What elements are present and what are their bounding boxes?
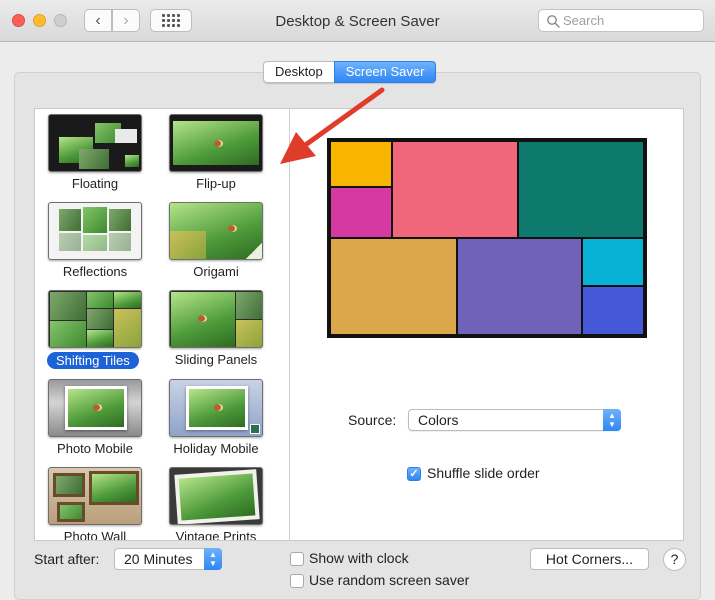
checkmark-icon: ✓ <box>409 468 419 480</box>
forward-button[interactable]: › <box>112 9 140 32</box>
start-after-label: Start after: <box>34 551 100 567</box>
screen-saver-thumb-shifting-tiles[interactable] <box>48 290 142 348</box>
screen-saver-thumb-flip-up[interactable] <box>169 114 263 172</box>
screen-saver-label: Floating <box>71 176 119 191</box>
tab-screen-saver[interactable]: Screen Saver <box>333 61 437 83</box>
screen-saver-thumb-holiday-mobile[interactable] <box>169 379 263 437</box>
shuffle-checkbox[interactable]: ✓ <box>407 467 421 481</box>
chevron-left-icon: ‹ <box>95 11 101 29</box>
preview-tile <box>581 237 645 287</box>
screen-saver-thumb-vintage-prints[interactable] <box>169 467 263 525</box>
search-field[interactable] <box>538 9 704 32</box>
screen-saver-thumb-floating[interactable] <box>48 114 142 172</box>
source-label: Source: <box>348 412 397 428</box>
chevron-up-down-icon: ▲ ▼ <box>603 409 621 431</box>
tab-desktop[interactable]: Desktop <box>263 61 334 83</box>
screen-saver-thumb-sliding-panels[interactable] <box>169 290 263 348</box>
screen-saver-label-selected: Shifting Tiles <box>47 352 139 369</box>
show-all-button[interactable] <box>150 9 192 32</box>
screen-saver-label: Photo Wall <box>63 529 127 540</box>
screen-saver-thumb-origami[interactable] <box>169 202 263 260</box>
shuffle-label: Shuffle slide order <box>427 465 540 481</box>
show-clock-label: Show with clock <box>309 550 409 566</box>
preview-tile <box>329 237 458 336</box>
start-after-select[interactable]: 20 Minutes ▲ ▼ <box>114 548 222 570</box>
source-select[interactable]: Colors ▲ ▼ <box>408 409 621 431</box>
screen-saver-label: Vintage Prints <box>175 529 257 540</box>
chevron-up-down-icon: ▲ ▼ <box>204 548 222 570</box>
preview-tile <box>391 140 519 239</box>
search-icon <box>547 15 560 28</box>
source-value: Colors <box>418 412 459 428</box>
zoom-window-button[interactable] <box>54 14 67 27</box>
random-saver-checkbox[interactable] <box>290 574 304 588</box>
chevron-right-icon: › <box>123 11 129 29</box>
screen-saver-label: Reflections <box>62 264 128 279</box>
hot-corners-button[interactable]: Hot Corners... <box>530 548 649 570</box>
start-after-value: 20 Minutes <box>124 551 193 567</box>
screen-saver-label: Flip-up <box>196 176 236 191</box>
window-title: Desktop & Screen Saver <box>275 13 440 30</box>
show-clock-checkbox[interactable] <box>290 552 304 566</box>
help-button[interactable]: ? <box>663 548 686 571</box>
preview-tile <box>329 140 393 188</box>
preview-tile <box>517 140 645 239</box>
screen-saver-label: Sliding Panels <box>174 352 258 367</box>
preview-tile <box>329 186 393 239</box>
minimize-window-button[interactable] <box>33 14 46 27</box>
screen-saver-thumb-reflections[interactable] <box>48 202 142 260</box>
preview-tile <box>456 237 583 336</box>
preview-tile <box>581 285 645 336</box>
close-window-button[interactable] <box>12 14 25 27</box>
screen-saver-thumb-photo-mobile[interactable] <box>48 379 142 437</box>
screen-saver-thumb-photo-wall[interactable] <box>48 467 142 525</box>
back-button[interactable]: ‹ <box>84 9 112 32</box>
screen-saver-list[interactable]: Floating Flip-up Reflections Origami Shi… <box>35 109 290 540</box>
tab-bar: Desktop Screen Saver <box>263 61 437 83</box>
screen-saver-preview <box>327 138 647 338</box>
screen-saver-label: Photo Mobile <box>57 441 133 456</box>
title-bar: ‹ › Desktop & Screen Saver <box>0 0 715 42</box>
search-input[interactable] <box>563 12 699 29</box>
screen-saver-label: Origami <box>193 264 239 279</box>
grid-icon <box>162 14 180 27</box>
random-saver-label: Use random screen saver <box>309 572 470 588</box>
screen-saver-label: Holiday Mobile <box>173 441 259 456</box>
